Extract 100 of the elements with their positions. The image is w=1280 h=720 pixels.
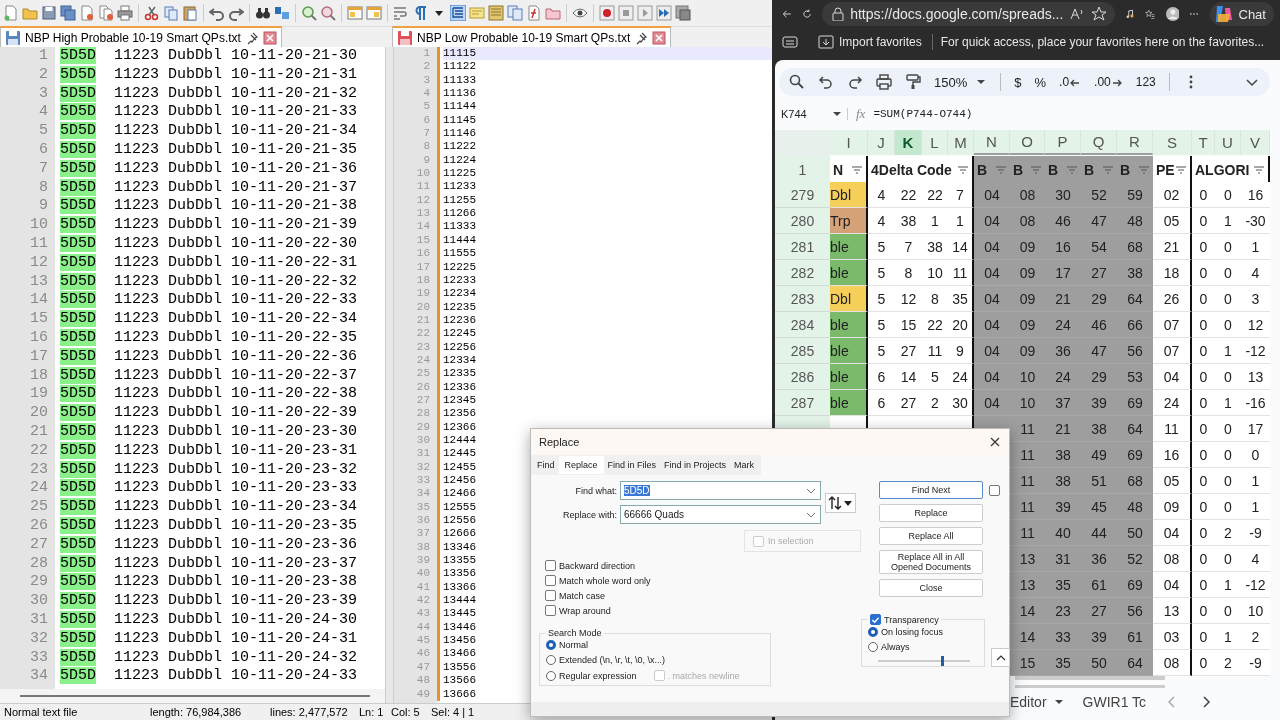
zoom-in-icon[interactable] xyxy=(301,5,317,21)
row-header[interactable]: 285 xyxy=(775,338,830,364)
checkbox[interactable] xyxy=(545,590,556,601)
pin-icon[interactable] xyxy=(634,30,649,45)
checkbox[interactable] xyxy=(545,560,556,571)
close-files-icon[interactable] xyxy=(98,5,114,21)
slider-thumb[interactable] xyxy=(940,656,944,666)
dialog-tab[interactable]: Find in Files xyxy=(603,457,661,473)
word-wrap-icon[interactable] xyxy=(393,5,409,21)
eye-icon[interactable] xyxy=(572,5,588,21)
search-icon[interactable] xyxy=(789,74,805,90)
file-tab[interactable]: NBP High Probable 10-19 Smart QPs.txt xyxy=(0,26,282,47)
dialog-button[interactable]: Close xyxy=(879,579,983,597)
column-header[interactable]: T xyxy=(1192,130,1215,155)
column-header[interactable]: J xyxy=(868,130,895,155)
horizontal-scrollbar[interactable] xyxy=(0,689,385,703)
copy-icon[interactable] xyxy=(163,5,179,21)
column-header[interactable]: Q xyxy=(1081,130,1117,155)
column-header[interactable]: N xyxy=(974,130,1010,155)
swap-button[interactable] xyxy=(825,492,856,513)
dialog-button[interactable]: Find Next xyxy=(879,481,983,499)
radio-button[interactable] xyxy=(868,627,878,637)
close-icon[interactable] xyxy=(989,436,1001,448)
close-file-icon[interactable] xyxy=(79,5,95,21)
paint-format-icon[interactable] xyxy=(905,74,921,90)
binoculars-icon[interactable] xyxy=(255,5,271,21)
radio-button[interactable] xyxy=(546,640,556,650)
radio-button[interactable] xyxy=(868,642,878,652)
zoom-out-icon[interactable] xyxy=(320,5,336,21)
redo-icon[interactable] xyxy=(847,74,863,90)
row-header[interactable]: 286 xyxy=(775,364,830,390)
replace-icon[interactable] xyxy=(274,5,290,21)
pages-icon[interactable] xyxy=(507,5,523,21)
undo-icon[interactable] xyxy=(209,5,225,21)
dialog-tab[interactable]: Mark xyxy=(730,457,759,473)
import-favorites-button[interactable]: Import favorites xyxy=(818,34,933,50)
column-header[interactable]: L xyxy=(922,130,948,155)
number-format-button[interactable]: 123 xyxy=(1135,75,1156,89)
filter-icon[interactable] xyxy=(1175,163,1187,176)
filter-icon[interactable] xyxy=(851,163,863,176)
collapse-button[interactable] xyxy=(991,648,1010,667)
play-icon[interactable] xyxy=(637,5,653,21)
checkbox[interactable] xyxy=(870,614,881,625)
name-box[interactable]: K744 xyxy=(781,108,848,120)
replace-with-field[interactable]: 66666 Quads xyxy=(620,505,821,524)
sheet-tab[interactable]: GWIR1 Tc xyxy=(1082,694,1147,710)
dialog-button[interactable]: Replace All in All Opened Documents xyxy=(879,550,983,574)
record-icon[interactable] xyxy=(599,5,615,21)
sheet-tab[interactable]: Editor xyxy=(1010,694,1065,710)
read-aloud-icon[interactable] xyxy=(1069,6,1086,22)
column-header[interactable]: O xyxy=(1010,130,1045,155)
checkbox[interactable] xyxy=(545,575,556,586)
function-list-icon[interactable] xyxy=(526,5,542,21)
undo-icon[interactable] xyxy=(818,74,834,90)
column-header[interactable]: R xyxy=(1117,130,1153,155)
column-header[interactable]: K xyxy=(895,130,922,155)
sidebar-icon[interactable] xyxy=(782,34,798,50)
row-header[interactable]: 283 xyxy=(775,286,830,312)
row-header[interactable]: 281 xyxy=(775,234,830,260)
checkbox[interactable] xyxy=(989,484,1000,496)
checkbox[interactable] xyxy=(545,605,556,616)
clipboard-icon[interactable] xyxy=(182,5,198,21)
row-header[interactable]: 282 xyxy=(775,260,830,286)
fast-forward-icon[interactable] xyxy=(656,5,672,21)
filter-icon[interactable] xyxy=(1253,163,1265,176)
dialog-tab[interactable]: Find in Projects xyxy=(660,457,731,473)
site-info-icon[interactable] xyxy=(830,7,845,21)
star-icon[interactable] xyxy=(1091,6,1108,22)
dialog-tab[interactable]: Find xyxy=(533,457,559,473)
increase-decimal-button[interactable]: .00 xyxy=(1094,75,1123,89)
row-header[interactable]: 280 xyxy=(775,208,830,234)
printer-icon[interactable] xyxy=(117,5,133,21)
scissors-icon[interactable] xyxy=(144,5,160,21)
radio-button[interactable] xyxy=(546,655,556,665)
folder-icon[interactable] xyxy=(545,5,561,21)
zoom-dropdown[interactable]: 150% xyxy=(934,74,988,90)
row-header[interactable]: 279 xyxy=(775,182,830,208)
print-icon[interactable] xyxy=(876,74,892,90)
pilcrow-icon[interactable] xyxy=(412,5,428,21)
find-what-field[interactable]: 5D5D xyxy=(620,481,821,500)
chat-button[interactable]: Chat xyxy=(1209,2,1274,26)
save-macro-icon[interactable] xyxy=(675,5,691,21)
address-bar[interactable]: https://docs.google.com/spreads... xyxy=(822,2,1116,26)
stop-icon[interactable] xyxy=(618,5,634,21)
floppy-disks-icon[interactable] xyxy=(60,5,76,21)
dialog-button[interactable]: Replace xyxy=(879,504,983,522)
decrease-decimal-button[interactable]: .0 xyxy=(1059,75,1082,89)
column-header[interactable]: I xyxy=(830,130,868,155)
radio-button[interactable] xyxy=(546,670,556,681)
currency-button[interactable]: $ xyxy=(1014,74,1022,90)
column-header[interactable]: S xyxy=(1153,130,1192,155)
filter-icon[interactable] xyxy=(957,163,969,176)
formula-field[interactable]: =SUM(P744-O744) xyxy=(873,108,973,120)
dialog-tab[interactable]: Replace xyxy=(558,456,604,474)
column-header[interactable]: P xyxy=(1045,130,1081,155)
column-header[interactable]: V xyxy=(1241,130,1270,155)
redo-icon[interactable] xyxy=(228,5,244,21)
column-header[interactable]: U xyxy=(1215,130,1241,155)
file-tab[interactable]: NBP Low Probable 10-19 Smart QPs.txt xyxy=(392,26,672,47)
dialog-button[interactable]: Replace All xyxy=(879,527,983,545)
